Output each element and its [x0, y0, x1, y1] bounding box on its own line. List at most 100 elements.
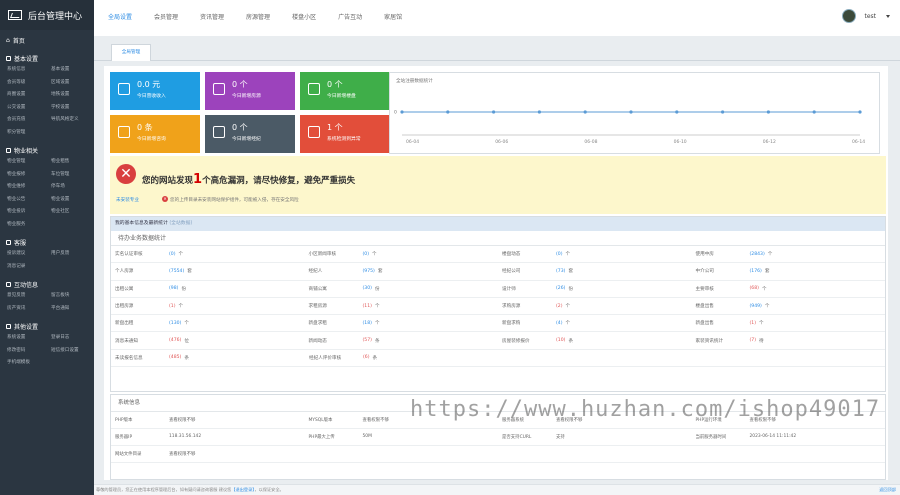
sidebar-item[interactable]: 物业设置 — [51, 194, 95, 207]
sidebar-item[interactable]: 修改密码 — [7, 345, 51, 358]
stats-value[interactable]: (18) — [363, 321, 372, 326]
sidebar-item[interactable]: 公交设置 — [7, 102, 51, 115]
stats-value[interactable]: (130) — [169, 321, 181, 326]
avatar[interactable] — [842, 9, 857, 23]
sidebar-item[interactable]: 用户反馈 — [51, 248, 95, 261]
sidebar-item[interactable]: 短信接口设置 — [51, 345, 95, 358]
sidebar-home[interactable]: ⌂ 首页 — [0, 33, 94, 47]
tab-0[interactable]: 全局设置 — [108, 0, 132, 36]
stats-value[interactable]: (2843) — [750, 252, 765, 257]
sidebar-item[interactable]: 消息记录 — [7, 261, 51, 274]
stat-card[interactable]: 0 条今日新增咨询 — [110, 115, 200, 153]
app-logo[interactable]: 后台管理中心 — [0, 0, 94, 30]
sidebar-item[interactable]: 会员等级 — [7, 77, 51, 90]
stats-value[interactable]: (949) — [750, 304, 762, 309]
sidebar-item[interactable]: 区域设置 — [51, 77, 95, 90]
sidebar-item[interactable]: 物业维修 — [7, 181, 51, 194]
sidebar-item[interactable]: 留言板块 — [51, 290, 95, 303]
stats-cell: 小区新闻审核 (0) 个 — [305, 251, 499, 258]
sidebar-section-header[interactable]: 客服 — [0, 236, 94, 248]
stats-value[interactable]: (68) — [750, 286, 759, 291]
tab-1[interactable]: 会员管理 — [154, 0, 178, 36]
sidebar-section-header[interactable]: 基本设置 — [0, 52, 94, 64]
stat-card[interactable]: 0 个今日新增楼盘 — [300, 72, 390, 110]
stats-value[interactable]: (6) — [363, 355, 370, 360]
alert-link[interactable]: 未安装专业 — [116, 197, 139, 203]
sidebar-item[interactable]: 学校设置 — [51, 102, 95, 115]
stats-value[interactable]: (7554) — [169, 269, 184, 274]
stats-value[interactable]: (11) — [363, 304, 372, 309]
system-info-cell: 当前服务器时间 2023-06-14 11:11:42 — [692, 434, 886, 440]
tab-3[interactable]: 房源管理 — [246, 0, 270, 36]
sidebar-item[interactable]: 积分管理 — [7, 127, 51, 140]
stats-unit: 待 — [759, 338, 764, 344]
sidebar-item[interactable]: 系统信息 — [7, 64, 51, 77]
stats-value[interactable]: (57) — [363, 338, 372, 343]
sidebar-item[interactable]: 物业社区 — [51, 206, 95, 219]
sidebar-home-label: 首页 — [12, 37, 25, 45]
stats-value[interactable]: (1) — [750, 321, 757, 326]
statistics-panel: 我的基本信息及最新统计 (全站数据) 待办业务数据统计 实名认证审核 (0) 个小区… — [110, 216, 886, 392]
sidebar-item[interactable]: 手机端模板 — [7, 357, 51, 370]
tab-global-management[interactable]: 全局管理 — [111, 44, 151, 61]
sidebar-item[interactable]: 房产资讯 — [7, 303, 51, 316]
sidebar-item[interactable]: 登录日志 — [51, 332, 95, 345]
app-title: 后台管理中心 — [28, 11, 83, 22]
sidebar-item[interactable]: 停车场 — [51, 181, 95, 194]
stats-value[interactable]: (4) — [556, 321, 563, 326]
sidebar-item[interactable]: 车位管理 — [51, 169, 95, 182]
stats-cell: 经纪公司 (73) 套 — [498, 268, 692, 275]
stats-value[interactable]: (30) — [363, 286, 372, 291]
sidebar-section-header[interactable]: 其他设置 — [0, 320, 94, 332]
stat-card[interactable]: 0.0 元今日营收收入 — [110, 72, 200, 110]
stats-value[interactable]: (26) — [556, 286, 565, 291]
stats-value[interactable]: (73) — [556, 269, 565, 274]
stats-value[interactable]: (0) — [169, 252, 176, 257]
stats-value[interactable]: (10) — [556, 338, 565, 343]
tab-5[interactable]: 广告互动 — [338, 0, 362, 36]
sidebar-item[interactable]: 会员充值 — [7, 114, 51, 127]
sidebar-section-header[interactable]: 物业相关 — [0, 144, 94, 156]
user-menu[interactable]: test — [842, 9, 890, 23]
tab-6[interactable]: 家居馆 — [384, 0, 402, 36]
stats-value[interactable]: (7) — [750, 338, 757, 343]
logout-link[interactable]: 【退出登录】 — [231, 487, 254, 492]
chevron-down-icon[interactable] — [886, 14, 890, 18]
sidebar-section-items: 投诉建议 用户反馈 消息记录 — [0, 248, 94, 273]
sidebar-section-header[interactable]: 互动信息 — [0, 278, 94, 290]
back-to-top-link[interactable]: 返回顶部 — [879, 487, 896, 493]
sidebar-item[interactable]: 物业报修 — [7, 169, 51, 182]
sidebar-item[interactable]: 投诉建议 — [7, 248, 51, 261]
sidebar-item[interactable]: 地铁设置 — [51, 89, 95, 102]
sidebar-item[interactable]: 物业租售 — [51, 156, 95, 169]
stat-card[interactable]: 0 个今日新增房源 — [205, 72, 295, 110]
tab-4[interactable]: 楼盘小区 — [292, 0, 316, 36]
sidebar-item[interactable]: 物业服务 — [7, 219, 51, 232]
tab-2[interactable]: 资讯管理 — [200, 0, 224, 36]
stats-value[interactable]: (0) — [363, 252, 370, 257]
stats-value[interactable]: (975) — [363, 269, 375, 274]
card-label: 今日新增经纪 — [232, 137, 261, 142]
stats-value[interactable]: (176) — [750, 269, 762, 274]
sidebar-item[interactable]: 商圈设置 — [7, 89, 51, 102]
username[interactable]: test — [864, 13, 876, 20]
data-point — [583, 110, 587, 114]
stat-card[interactable]: 0 个今日新增经纪 — [205, 115, 295, 153]
sidebar-item[interactable]: 基本设置 — [51, 64, 95, 77]
sidebar-item[interactable]: 物业公告 — [7, 194, 51, 207]
stats-value[interactable]: (2) — [556, 304, 563, 309]
stat-card[interactable]: 1 个系统检测到异常 — [300, 115, 390, 153]
sidebar-item[interactable]: 物业管理 — [7, 156, 51, 169]
sidebar-item[interactable]: 导航风格定义 — [51, 114, 95, 127]
stats-value[interactable]: (476) — [169, 338, 181, 343]
stats-value[interactable]: (485) — [169, 355, 181, 360]
stats-value[interactable]: (98) — [169, 286, 178, 291]
stats-unit: 个 — [767, 252, 773, 258]
stats-unit: 个 — [764, 304, 770, 310]
sidebar-item[interactable]: 平台通知 — [51, 303, 95, 316]
sidebar-item[interactable]: 系统设置 — [7, 332, 51, 345]
stats-value[interactable]: (1) — [169, 304, 176, 309]
sidebar-item[interactable]: 意见反馈 — [7, 290, 51, 303]
stats-value[interactable]: (0) — [556, 252, 563, 257]
sidebar-item[interactable]: 物业投诉 — [7, 206, 51, 219]
